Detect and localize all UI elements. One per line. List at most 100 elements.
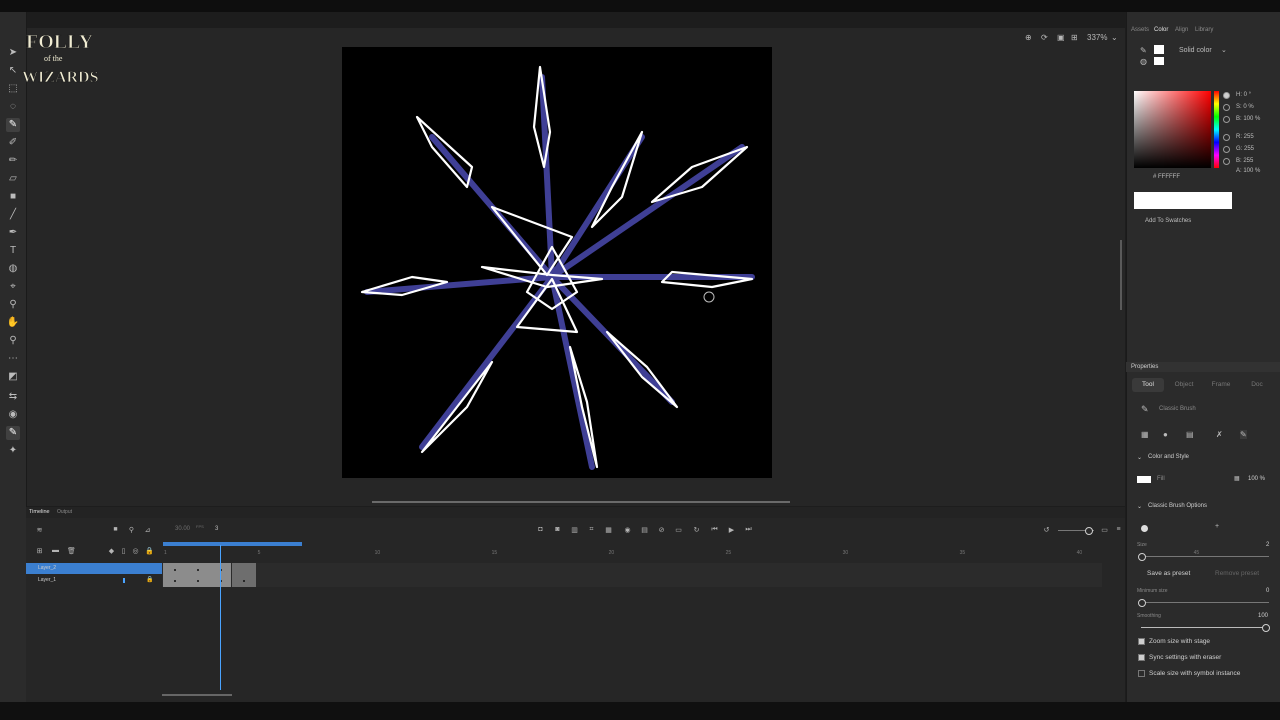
step-back-icon[interactable]: ▭ <box>674 526 683 534</box>
tab-object[interactable]: Object <box>1168 378 1200 392</box>
green-value[interactable]: G: 255 <box>1236 146 1254 152</box>
zoom-tool-icon[interactable]: ⚲ <box>6 334 20 348</box>
pencil-tool-icon[interactable]: ✏ <box>6 154 20 168</box>
tilt-icon[interactable]: ✎ <box>1240 430 1247 439</box>
object-drawing-mode-icon[interactable]: ▦ <box>1141 430 1149 439</box>
add-to-swatches-button[interactable]: Add To Swatches <box>1145 218 1191 224</box>
timeline-scrollbar[interactable] <box>162 694 232 696</box>
loop-playback-icon[interactable]: ↻ <box>692 526 701 534</box>
insert-classic-tween-icon[interactable]: ▦ <box>604 526 613 534</box>
previous-frame-icon[interactable]: ⏮ <box>710 526 719 534</box>
hue-value[interactable]: H: 0 ° <box>1236 92 1251 98</box>
hex-value[interactable]: # FFFFFF <box>1153 174 1180 180</box>
current-frame-value[interactable]: 3 <box>215 526 218 532</box>
playback-range-bar[interactable] <box>163 542 302 546</box>
pressure-icon[interactable]: ✗ <box>1216 430 1223 439</box>
fill-type-chevron-icon[interactable]: ⌄ <box>1221 46 1227 54</box>
object-drawing-icon[interactable]: ◉ <box>6 408 20 422</box>
create-tween-icon[interactable]: ⌗ <box>587 526 596 534</box>
minimum-size-slider-track[interactable] <box>1141 602 1269 603</box>
frame-grid[interactable] <box>162 563 1102 587</box>
fill-swatch[interactable] <box>1154 57 1164 65</box>
brush-mode-icon-2[interactable]: ▤ <box>1186 430 1194 439</box>
tab-library[interactable]: Library <box>1195 27 1213 33</box>
line-tool-icon[interactable]: ╱ <box>6 208 20 222</box>
brush-shape-icon[interactable]: ✦ <box>6 444 20 458</box>
timeline-menu-icon[interactable]: ≋ <box>35 526 44 534</box>
layer-depth-icon[interactable]: ⊿ <box>143 526 152 534</box>
play-icon[interactable]: ▶ <box>727 526 736 534</box>
selection-tool-icon[interactable]: ➤ <box>6 46 20 60</box>
subselection-tool-icon[interactable]: ↖ <box>6 64 20 78</box>
save-as-preset-button[interactable]: Save as preset <box>1147 570 1190 577</box>
keyframe-dot[interactable] <box>243 580 245 582</box>
center-stage-icon[interactable]: ⊕ <box>1025 33 1032 42</box>
keyframe-dot[interactable] <box>197 580 199 582</box>
layer-parent-icon[interactable]: ⚲ <box>127 526 136 534</box>
pen-tool-icon[interactable]: ✒ <box>6 226 20 240</box>
zoom-size-checkbox[interactable] <box>1138 638 1145 645</box>
fit-timeline-icon[interactable]: ▭ <box>1100 526 1109 534</box>
show-all-layers-icon[interactable]: ◎ <box>131 547 140 555</box>
brush-preset-icon[interactable] <box>1141 525 1148 532</box>
tab-output[interactable]: Output <box>57 509 72 515</box>
fill-color-swatch[interactable] <box>1137 476 1151 483</box>
remove-preset-button[interactable]: Remove preset <box>1215 570 1259 577</box>
size-value[interactable]: 2 <box>1266 542 1269 548</box>
fill-type-select[interactable]: Solid color <box>1179 47 1212 54</box>
blue-value[interactable]: B: 255 <box>1236 158 1253 164</box>
insert-blank-keyframe-icon[interactable]: ◙ <box>553 526 562 533</box>
edit-multiple-frames-icon[interactable]: ▤ <box>640 526 649 534</box>
smoothing-value[interactable]: 100 <box>1258 613 1268 619</box>
red-radio[interactable] <box>1223 134 1230 141</box>
layer-color-marker[interactable] <box>123 578 125 583</box>
stage-horizontal-scrollbar[interactable] <box>372 501 790 503</box>
eraser-tool-icon[interactable]: ▱ <box>6 172 20 186</box>
keyframe-dot[interactable] <box>197 569 199 571</box>
highlight-layers-icon[interactable]: ◆ <box>107 547 116 555</box>
rectangle-tool-icon[interactable]: ■ <box>6 190 20 204</box>
stage-canvas[interactable] <box>342 47 772 478</box>
timeline-options-icon[interactable]: ≡ <box>1114 526 1123 533</box>
loop-icon[interactable]: ⊘ <box>657 526 666 534</box>
onion-skin-icon[interactable]: ◉ <box>623 526 632 534</box>
tab-align[interactable]: Align <box>1175 27 1188 33</box>
new-folder-icon[interactable]: ▬ <box>51 547 60 554</box>
stroke-color-icon[interactable]: ✎ <box>1140 46 1147 55</box>
new-layer-icon[interactable]: ⊞ <box>35 547 44 555</box>
layer-lock-icon[interactable]: 🔒 <box>146 576 153 583</box>
lock-all-layers-icon[interactable]: 🔒 <box>145 547 154 555</box>
camera-icon[interactable]: ■ <box>111 526 120 533</box>
saturation-value[interactable]: S: 0 % <box>1236 104 1254 110</box>
size-slider-track[interactable] <box>1141 556 1269 557</box>
timeline-zoom-knob[interactable] <box>1085 527 1093 535</box>
tab-tool[interactable]: Tool <box>1132 378 1164 392</box>
color-and-style-chevron-icon[interactable]: ⌄ <box>1137 454 1142 461</box>
brush-tool-icon[interactable]: ✎ <box>6 118 20 132</box>
brightness-radio[interactable] <box>1223 116 1230 123</box>
stroke-fill-swatch-icon[interactable]: ◩ <box>6 370 20 384</box>
eyedropper-tool-icon[interactable]: ⌖ <box>6 280 20 294</box>
smoothing-slider-knob[interactable] <box>1262 624 1270 632</box>
free-transform-tool-icon[interactable]: ⬚ <box>6 82 20 96</box>
add-preset-icon[interactable]: + <box>1215 523 1219 530</box>
paint-bucket-tool-icon[interactable]: ◍ <box>6 262 20 276</box>
tab-frame[interactable]: Frame <box>1204 378 1238 392</box>
keyframe-dot[interactable] <box>174 569 176 571</box>
rotate-stage-icon[interactable]: ⟳ <box>1041 33 1048 42</box>
text-tool-icon[interactable]: T <box>6 244 20 258</box>
tab-doc[interactable]: Doc <box>1242 378 1272 392</box>
smoothing-slider-track[interactable] <box>1141 627 1265 628</box>
playhead[interactable] <box>220 545 221 690</box>
keyframe-dot[interactable] <box>174 580 176 582</box>
brush-shape-circle-icon[interactable]: ● <box>1163 430 1168 439</box>
tab-color[interactable]: Color <box>1154 27 1168 33</box>
fill-opacity-value[interactable]: 100 % <box>1248 476 1265 482</box>
frame-ruler[interactable]: 1 5 10 15 20 25 30 35 40 45 <box>162 548 1199 560</box>
layer-row[interactable]: Layer_1 <box>26 575 162 586</box>
red-value[interactable]: R: 255 <box>1236 134 1254 140</box>
size-slider-knob[interactable] <box>1138 553 1146 561</box>
insert-keyframe-icon[interactable]: ◘ <box>536 526 545 533</box>
tab-timeline[interactable]: Timeline <box>29 509 50 515</box>
green-radio[interactable] <box>1223 146 1230 153</box>
